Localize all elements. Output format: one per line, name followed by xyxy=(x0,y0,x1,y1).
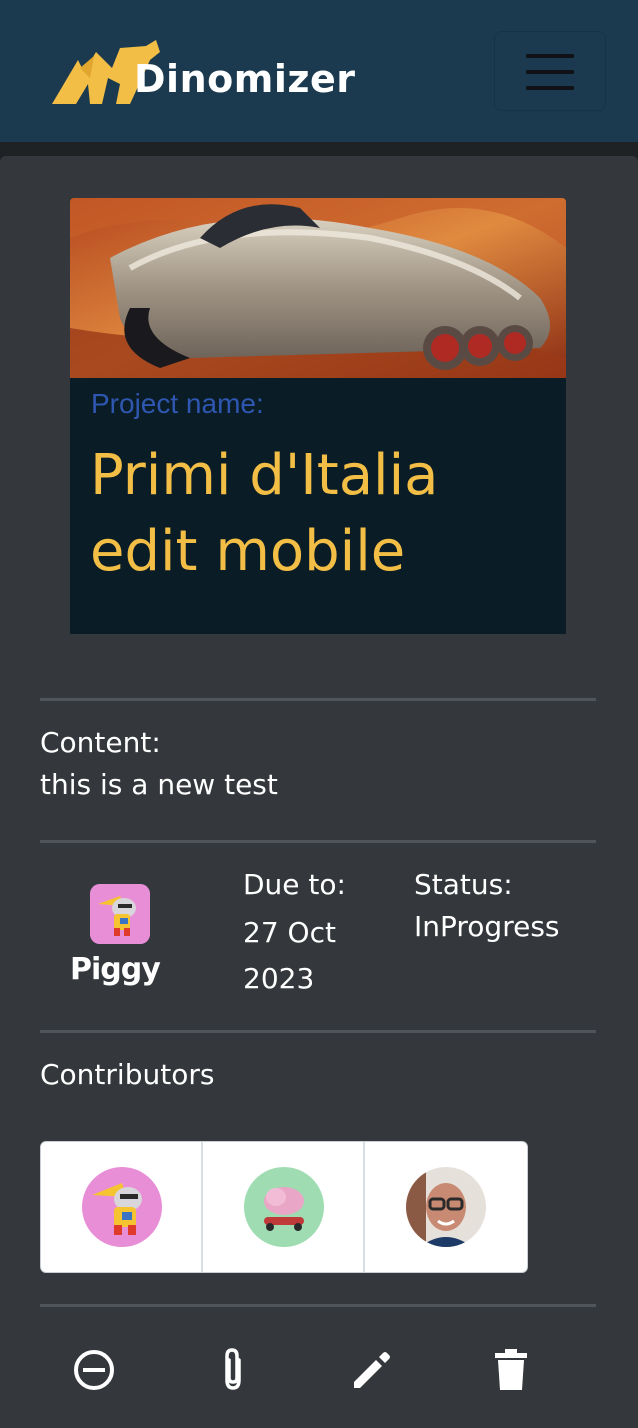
paperclip-icon[interactable] xyxy=(209,1346,257,1394)
divider xyxy=(40,1304,596,1307)
project-name: Primi d'Italia edit mobile xyxy=(90,438,550,590)
content-label: Content: xyxy=(40,726,161,759)
due-date: 27 Oct 2023 xyxy=(243,910,393,1002)
menu-toggle-button[interactable] xyxy=(494,31,606,111)
superhero-pig-avatar xyxy=(82,1167,162,1247)
contributor-avatar xyxy=(82,1167,162,1247)
due-label: Due to: xyxy=(243,868,346,901)
hamburger-menu-icon xyxy=(526,54,574,58)
contributor-item[interactable] xyxy=(203,1142,365,1272)
status-value: InProgress xyxy=(414,910,560,943)
owner-name: Piggy xyxy=(70,952,160,987)
superhero-pig-avatar xyxy=(90,884,150,944)
contributor-avatar xyxy=(244,1167,324,1247)
project-actions xyxy=(0,1340,638,1400)
trash-icon[interactable] xyxy=(487,1346,535,1394)
divider xyxy=(40,698,596,701)
contributor-item[interactable] xyxy=(365,1142,527,1272)
content-value: this is a new test xyxy=(40,768,278,801)
contributor-item[interactable] xyxy=(41,1142,203,1272)
owner-avatar[interactable] xyxy=(90,884,150,944)
project-card: Project name: Primi d'Italia edit mobile… xyxy=(0,156,638,1428)
project-hero: Project name: Primi d'Italia edit mobile xyxy=(70,198,566,634)
contributors-label: Contributors xyxy=(40,1058,214,1091)
minus-circle-icon[interactable] xyxy=(70,1346,118,1394)
hamburger-bar xyxy=(526,86,574,90)
hamburger-bar xyxy=(526,70,574,74)
pink-cloud-skateboard-avatar xyxy=(244,1167,324,1247)
old-man-glasses-avatar xyxy=(406,1167,486,1247)
contributors-list xyxy=(40,1141,528,1273)
navbar: Dinomizer xyxy=(0,0,638,142)
contributor-avatar xyxy=(406,1167,486,1247)
brand-name: Dinomizer xyxy=(134,56,355,102)
divider xyxy=(40,1030,596,1033)
status-label: Status: xyxy=(414,868,513,901)
pencil-icon[interactable] xyxy=(348,1346,396,1394)
project-name-label: Project name: xyxy=(91,388,264,420)
divider xyxy=(40,840,596,843)
brand-logo[interactable]: Dinomizer xyxy=(50,36,390,108)
classic-car-photo xyxy=(70,198,566,378)
